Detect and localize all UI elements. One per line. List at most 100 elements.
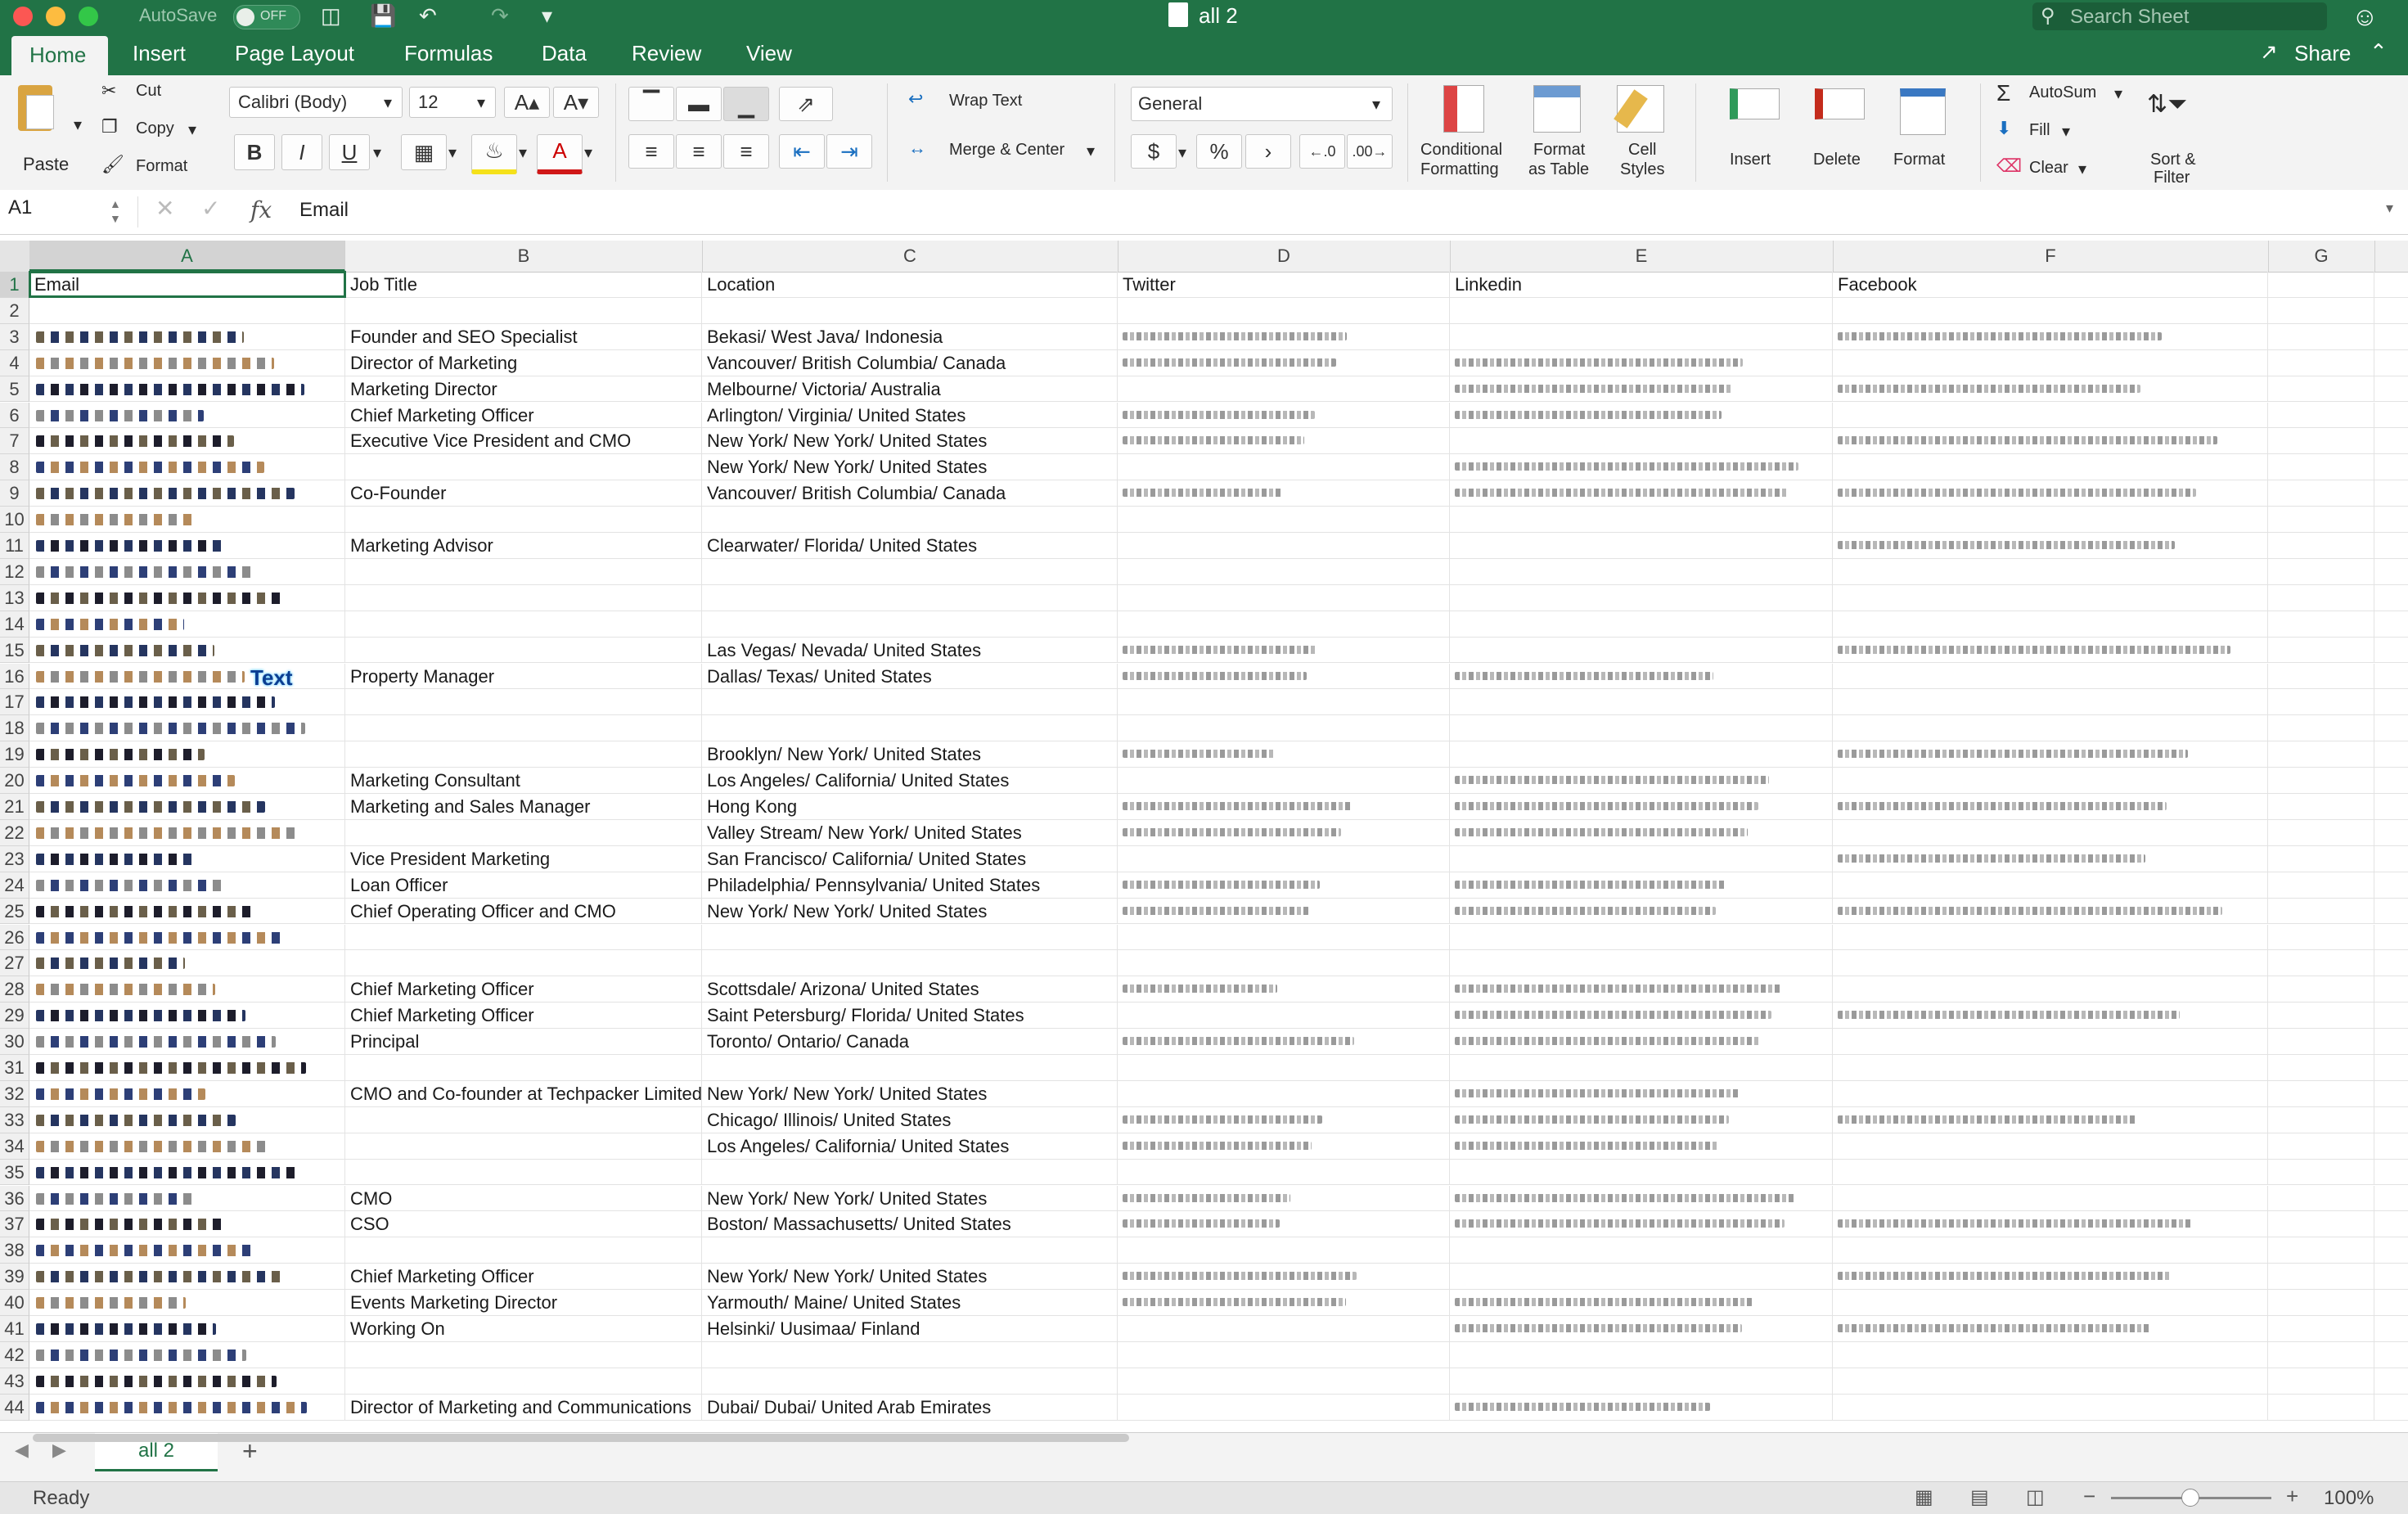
row-header[interactable]: 8 bbox=[0, 454, 29, 481]
cell-facebook[interactable] bbox=[1833, 558, 2268, 584]
row-header[interactable]: 32 bbox=[0, 1080, 29, 1107]
cell-email[interactable] bbox=[29, 898, 345, 924]
align-left-button[interactable]: ≡ bbox=[628, 134, 674, 169]
increase-font-size-button[interactable]: A▴ bbox=[504, 87, 550, 118]
decrease-indent-button[interactable]: ⇤ bbox=[779, 134, 825, 169]
sort-filter-button[interactable]: ⇅⏷ Sort & Filter bbox=[2139, 82, 2221, 187]
font-color-dropdown-icon[interactable]: ▾ bbox=[584, 142, 592, 163]
cell-twitter[interactable] bbox=[1118, 1159, 1450, 1185]
cell-location[interactable]: San Francisco/ California/ United States bbox=[702, 845, 1118, 872]
cell-email[interactable] bbox=[29, 950, 345, 976]
cell-job-title[interactable]: Co-Founder bbox=[345, 480, 702, 507]
cell-twitter[interactable]: Twitter bbox=[1118, 272, 1450, 297]
cell-job-title[interactable] bbox=[345, 1159, 702, 1185]
cell-email[interactable] bbox=[29, 558, 345, 584]
cell-email[interactable] bbox=[29, 584, 345, 611]
tab-data[interactable]: Data bbox=[542, 41, 587, 66]
cell-job-title[interactable] bbox=[345, 637, 702, 663]
cell-email[interactable] bbox=[29, 845, 345, 872]
cell-facebook[interactable] bbox=[1833, 1237, 2268, 1264]
select-all-corner[interactable] bbox=[0, 241, 30, 272]
fill-color-button[interactable]: ♨ bbox=[471, 134, 517, 174]
cell-location[interactable]: Yarmouth/ Maine/ United States bbox=[702, 1290, 1118, 1315]
cell-twitter[interactable] bbox=[1118, 454, 1450, 480]
row-header[interactable]: 31 bbox=[0, 1055, 29, 1081]
cell-email[interactable] bbox=[29, 323, 345, 349]
cell-g[interactable] bbox=[2268, 1185, 2374, 1211]
cell-email[interactable] bbox=[29, 480, 345, 507]
cell-location[interactable]: New York/ New York/ United States bbox=[702, 428, 1118, 454]
cell-twitter[interactable] bbox=[1118, 507, 1450, 532]
currency-dropdown-icon[interactable]: ▾ bbox=[1178, 142, 1186, 163]
cell-g[interactable] bbox=[2268, 402, 2374, 428]
cell-g[interactable] bbox=[2268, 376, 2374, 402]
cell-location[interactable]: New York/ New York/ United States bbox=[702, 1264, 1118, 1290]
cell-email[interactable] bbox=[29, 297, 345, 323]
cell-twitter[interactable] bbox=[1118, 611, 1450, 637]
cell-linkedin[interactable] bbox=[1450, 428, 1833, 454]
column-header-b[interactable]: B bbox=[345, 241, 703, 272]
cell-location[interactable] bbox=[702, 950, 1118, 976]
close-window-button[interactable] bbox=[13, 7, 33, 26]
format-cells-button[interactable]: Format bbox=[1882, 82, 1964, 183]
cell-facebook[interactable] bbox=[1833, 1133, 2268, 1159]
cell-location[interactable]: Melbourne/ Victoria/ Australia bbox=[702, 376, 1118, 402]
cell-g[interactable] bbox=[2268, 1080, 2374, 1106]
cell-job-title[interactable]: Job Title bbox=[345, 272, 702, 297]
row-header[interactable]: 5 bbox=[0, 376, 29, 403]
cell-email[interactable] bbox=[29, 872, 345, 898]
save-icon[interactable]: 💾 bbox=[370, 3, 396, 29]
cell-job-title[interactable]: Chief Operating Officer and CMO bbox=[345, 898, 702, 924]
borders-dropdown-icon[interactable]: ▾ bbox=[448, 142, 457, 163]
cell-email[interactable] bbox=[29, 1080, 345, 1106]
cell-twitter[interactable] bbox=[1118, 584, 1450, 611]
cell-email[interactable] bbox=[29, 1003, 345, 1029]
cell-linkedin[interactable] bbox=[1450, 584, 1833, 611]
cell-email[interactable] bbox=[29, 1159, 345, 1185]
cell-facebook[interactable] bbox=[1833, 1055, 2268, 1080]
cell-g[interactable] bbox=[2268, 689, 2374, 715]
spreadsheet-grid[interactable]: A B C D E F G 1 2 3 4 5 6 7 8 9 10 11 12 13 14 15 16 17 1… bbox=[0, 241, 2408, 1431]
cell-email[interactable] bbox=[29, 715, 345, 741]
cell-linkedin[interactable] bbox=[1450, 1368, 1833, 1394]
cell-g[interactable] bbox=[2268, 1394, 2374, 1420]
format-as-table-button[interactable]: Format as Table bbox=[1525, 82, 1599, 183]
cell-facebook[interactable]: Facebook bbox=[1833, 272, 2268, 297]
column-header-d[interactable]: D bbox=[1118, 241, 1451, 272]
cell-job-title[interactable]: Principal bbox=[345, 1029, 702, 1054]
cell-email[interactable] bbox=[29, 1211, 345, 1237]
clear-button[interactable]: Clear bbox=[2029, 159, 2068, 178]
cell-facebook[interactable] bbox=[1833, 1185, 2268, 1211]
cell-twitter[interactable] bbox=[1118, 297, 1450, 323]
cell-location[interactable]: Dallas/ Texas/ United States bbox=[702, 663, 1118, 689]
search-sheet-input[interactable]: ⚲ Search Sheet bbox=[2032, 2, 2327, 30]
cell-location[interactable]: Las Vegas/ Nevada/ United States bbox=[702, 637, 1118, 663]
cell-g[interactable] bbox=[2268, 272, 2374, 297]
row-header[interactable]: 33 bbox=[0, 1106, 29, 1133]
cell-job-title[interactable] bbox=[345, 454, 702, 480]
cell-facebook[interactable] bbox=[1833, 297, 2268, 323]
font-color-button[interactable]: A bbox=[537, 134, 583, 174]
cell-linkedin[interactable] bbox=[1450, 507, 1833, 532]
row-header[interactable]: 13 bbox=[0, 584, 29, 611]
cell-location[interactable]: Scottsdale/ Arizona/ United States bbox=[702, 976, 1118, 1003]
autosave-toggle[interactable]: OFF bbox=[233, 5, 300, 29]
cell-email[interactable] bbox=[29, 663, 345, 689]
cell-email[interactable] bbox=[29, 768, 345, 793]
cell-email[interactable] bbox=[29, 1341, 345, 1368]
cell-location[interactable] bbox=[702, 1159, 1118, 1185]
tab-view[interactable]: View bbox=[746, 41, 792, 66]
row-header[interactable]: 30 bbox=[0, 1029, 29, 1055]
font-name-select[interactable]: Calibri (Body) ▾ bbox=[229, 87, 403, 118]
cell-twitter[interactable] bbox=[1118, 1316, 1450, 1341]
cell-twitter[interactable] bbox=[1118, 845, 1450, 872]
cell-facebook[interactable] bbox=[1833, 872, 2268, 898]
cell-location[interactable]: Los Angeles/ California/ United States bbox=[702, 768, 1118, 793]
orientation-button[interactable]: ⇗ bbox=[779, 87, 833, 121]
cell-g[interactable] bbox=[2268, 1106, 2374, 1133]
increase-indent-button[interactable]: ⇥ bbox=[826, 134, 872, 169]
fill-button[interactable]: Fill bbox=[2029, 121, 2050, 140]
cell-linkedin[interactable] bbox=[1450, 1159, 1833, 1185]
row-header[interactable]: 35 bbox=[0, 1159, 29, 1186]
cell-location[interactable]: Hong Kong bbox=[702, 794, 1118, 819]
